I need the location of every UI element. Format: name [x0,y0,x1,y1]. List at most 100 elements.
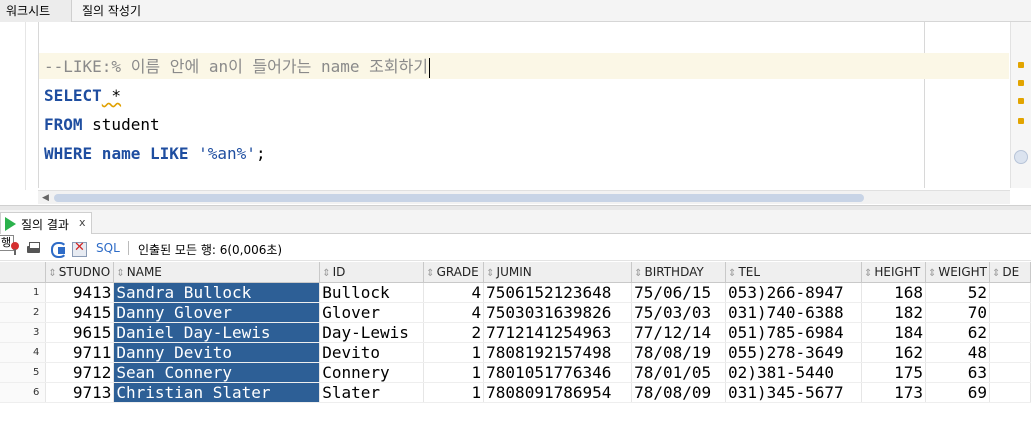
cell-height[interactable]: 168 [861,282,926,303]
cell-birthday[interactable]: 78/01/05 [631,362,727,383]
warning-marker-icon[interactable] [1018,80,1024,86]
result-grid[interactable]: ⇕ STUDNO ⇕ NAME ⇕ ID ⇕ GRADE ⇕ JUMIN ⇕ BIRTHDA… [0,262,1031,426]
sort-icon[interactable]: ⇕ [48,268,56,279]
column-header[interactable]: ⇕ DE [989,262,1031,283]
sort-icon[interactable]: ⇕ [928,268,936,279]
cell-height[interactable]: 162 [861,342,926,363]
cell-birthday[interactable]: 78/08/19 [631,342,727,363]
cell-grade[interactable]: 2 [423,322,485,343]
column-header[interactable]: ⇕ TEL [725,262,862,283]
cell-grade[interactable]: 4 [423,282,485,303]
cell-tel[interactable]: 031)740-6388 [725,302,862,323]
cell-grade[interactable]: 1 [423,382,485,403]
cell-birthday[interactable]: 77/12/14 [631,322,727,343]
column-header[interactable]: ⇕ JUMIN [483,262,633,283]
column-header[interactable]: ⇕ GRADE [423,262,485,283]
column-header[interactable]: ⇕ WEIGHT [925,262,990,283]
table-row[interactable]: 5 9712 Sean Connery Connery 1 7801051776… [0,362,1031,383]
cell-grade[interactable]: 1 [423,362,485,383]
scrollbar-thumb[interactable] [1014,150,1028,164]
cell-studno[interactable]: 9615 [45,322,115,343]
cell-name[interactable]: Daniel Day-Lewis [113,322,321,343]
cell-id[interactable]: Connery [319,362,425,383]
tab-query-builder[interactable]: 질의 작성기 [76,0,147,22]
cell-dept[interactable] [989,282,1031,303]
cell-id[interactable]: Devito [319,342,425,363]
cell-grade[interactable]: 4 [423,302,485,323]
cell-id[interactable]: Glover [319,302,425,323]
sort-icon[interactable]: ⇕ [116,268,124,279]
column-header[interactable]: ⇕ STUDNO [45,262,115,283]
cell-tel[interactable]: 055)278-3649 [725,342,862,363]
cell-weight[interactable]: 63 [925,362,990,383]
print-icon[interactable] [26,241,41,255]
column-header[interactable]: ⇕ ID [319,262,425,283]
cell-weight[interactable]: 69 [925,382,990,403]
column-header[interactable]: ⇕ BIRTHDAY [631,262,727,283]
cell-studno[interactable]: 9413 [45,282,115,303]
scroll-left-icon[interactable]: ◀ [42,193,49,203]
cell-grade[interactable]: 1 [423,342,485,363]
cell-jumin[interactable]: 7503031639826 [483,302,633,323]
cell-name[interactable]: Danny Glover [113,302,321,323]
cell-dept[interactable] [989,362,1031,383]
sort-icon[interactable]: ⇕ [486,268,494,279]
cell-weight[interactable]: 70 [925,302,990,323]
editor-horizontal-scrollbar[interactable]: ◀ [38,190,1010,204]
delete-icon[interactable] [72,240,87,257]
cell-height[interactable]: 173 [861,382,926,403]
cell-birthday[interactable]: 75/03/03 [631,302,727,323]
cell-jumin[interactable]: 7712141254963 [483,322,633,343]
table-row[interactable]: 3 9615 Daniel Day-Lewis Day-Lewis 2 7712… [0,322,1031,343]
cell-name[interactable]: Sandra Bullock [113,282,321,303]
cell-dept[interactable] [989,322,1031,343]
sort-icon[interactable]: ⇕ [426,268,434,279]
cell-dept[interactable] [989,342,1031,363]
sort-icon[interactable]: ⇕ [992,268,1000,279]
cell-weight[interactable]: 48 [925,342,990,363]
cell-jumin[interactable]: 7808192157498 [483,342,633,363]
tab-query-result[interactable]: 질의 결과 x [0,212,92,234]
cell-dept[interactable] [989,382,1031,403]
cell-height[interactable]: 175 [861,362,926,383]
column-header[interactable]: ⇕ HEIGHT [861,262,926,283]
cell-tel[interactable]: 053)266-8947 [725,282,862,303]
sort-icon[interactable]: ⇕ [728,268,736,279]
cell-tel[interactable]: 031)345-5677 [725,382,862,403]
cell-birthday[interactable]: 78/08/09 [631,382,727,403]
sql-button[interactable]: SQL [96,241,120,255]
table-row[interactable]: 2 9415 Danny Glover Glover 4 75030316398… [0,302,1031,323]
column-header[interactable]: ⇕ NAME [113,262,321,283]
sort-icon[interactable]: ⇕ [634,268,642,279]
cell-id[interactable]: Day-Lewis [319,322,425,343]
tab-worksheet[interactable]: 워크시트 [0,0,72,22]
cell-tel[interactable]: 051)785-6984 [725,322,862,343]
cell-id[interactable]: Slater [319,382,425,403]
cell-studno[interactable]: 9712 [45,362,115,383]
sort-icon[interactable]: ⇕ [864,268,872,279]
cell-jumin[interactable]: 7801051776346 [483,362,633,383]
sql-editor[interactable]: --LIKE:% 이름 안에 an이 들어가는 name 조회하기 SELECT… [0,22,1031,204]
table-row[interactable]: 4 9711 Danny Devito Devito 1 78081921574… [0,342,1031,363]
cell-birthday[interactable]: 75/06/15 [631,282,727,303]
editor-vertical-scrollbar[interactable] [1010,22,1031,188]
cell-height[interactable]: 182 [861,302,926,323]
pin-icon[interactable] [8,241,23,255]
cell-tel[interactable]: 02)381-5440 [725,362,862,383]
cell-name[interactable]: Sean Connery [113,362,321,383]
sort-icon[interactable]: ⇕ [322,268,330,279]
cell-jumin[interactable]: 7808091786954 [483,382,633,403]
cell-studno[interactable]: 9713 [45,382,115,403]
warning-marker-icon[interactable] [1018,98,1024,104]
cell-id[interactable]: Bullock [319,282,425,303]
cell-height[interactable]: 184 [861,322,926,343]
table-row[interactable]: 6 9713 Christian Slater Slater 1 7808091… [0,382,1031,403]
cell-weight[interactable]: 62 [925,322,990,343]
warning-marker-icon[interactable] [1018,62,1024,68]
warning-marker-icon[interactable] [1018,118,1024,124]
table-row[interactable]: 1 9413 Sandra Bullock Bullock 4 75061521… [0,282,1031,303]
cell-dept[interactable] [989,302,1031,323]
cell-name[interactable]: Christian Slater [113,382,321,403]
cell-name[interactable]: Danny Devito [113,342,321,363]
cell-weight[interactable]: 52 [925,282,990,303]
